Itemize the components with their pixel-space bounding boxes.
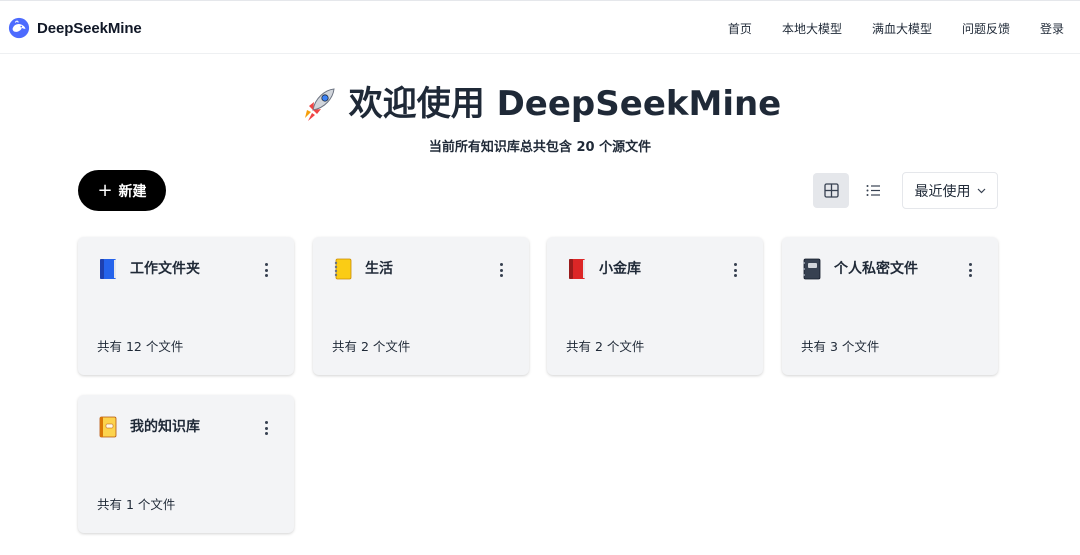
whale-logo-icon (8, 17, 30, 39)
library-card-file-count: 共有 1 个文件 (97, 497, 176, 512)
top-navigation-bar: DeepSeekMine 首页 本地大模型 满血大模型 问题反馈 登录 (0, 0, 1080, 54)
library-card-file-count: 共有 2 个文件 (332, 339, 411, 354)
black-notebook-icon (803, 258, 821, 280)
library-card-private[interactable]: 个人私密文件 共有 3 个文件 (782, 237, 998, 375)
library-card-file-count: 共有 3 个文件 (801, 339, 880, 354)
library-card-title: 小金库 (599, 261, 641, 277)
more-options-icon[interactable] (727, 261, 743, 279)
more-options-icon[interactable] (493, 261, 509, 279)
grid-view-toggle[interactable] (813, 173, 849, 208)
plus-icon: + (97, 179, 113, 201)
library-card-title: 生活 (365, 261, 393, 277)
library-card-file-count: 共有 12 个文件 (97, 339, 184, 354)
nav-link-feedback[interactable]: 问题反馈 (962, 20, 1010, 37)
chevron-down-icon (977, 188, 985, 193)
main-nav: 首页 本地大模型 满血大模型 问题反馈 登录 (698, 1, 1064, 55)
brand-name: DeepSeekMine (37, 19, 142, 37)
list-icon (866, 185, 880, 196)
new-library-button[interactable]: + 新建 (78, 170, 166, 211)
library-card-title: 工作文件夹 (130, 261, 200, 277)
hero-section: 欢迎使用 DeepSeekMine 当前所有知识库总共包含 20 个源文件 (0, 80, 1080, 155)
rocket-icon (304, 88, 335, 121)
library-card-title: 个人私密文件 (834, 261, 918, 277)
nav-link-login[interactable]: 登录 (1040, 20, 1064, 37)
yellow-notebook-icon (334, 258, 352, 280)
library-card-vault[interactable]: 小金库 共有 2 个文件 (547, 237, 763, 375)
more-options-icon[interactable] (258, 261, 274, 279)
ledger-icon (99, 416, 117, 438)
nav-link-home[interactable]: 首页 (728, 20, 752, 37)
list-view-toggle[interactable] (855, 173, 891, 208)
library-card-life[interactable]: 生活 共有 2 个文件 (313, 237, 529, 375)
sort-dropdown-value: 最近使用 (914, 183, 971, 200)
nav-link-full-model[interactable]: 满血大模型 (872, 20, 932, 37)
sort-dropdown[interactable]: 最近使用 (902, 172, 998, 209)
nav-link-local-model[interactable]: 本地大模型 (782, 20, 842, 37)
page-title-text: 欢迎使用 DeepSeekMine (348, 84, 782, 124)
library-card-file-count: 共有 2 个文件 (566, 339, 645, 354)
brand-logo-link[interactable]: DeepSeekMine (8, 15, 142, 41)
blue-book-icon (100, 259, 116, 279)
more-options-icon[interactable] (258, 419, 274, 437)
page-title: 欢迎使用 DeepSeekMine (299, 80, 782, 128)
library-card-work[interactable]: 工作文件夹 共有 12 个文件 (78, 237, 294, 375)
more-options-icon[interactable] (962, 261, 978, 279)
red-book-icon (569, 259, 585, 279)
library-card-title: 我的知识库 (130, 419, 200, 435)
new-library-label: 新建 (118, 183, 147, 200)
total-files-summary: 当前所有知识库总共包含 20 个源文件 (428, 140, 652, 155)
grid-icon (823, 183, 839, 198)
library-card-my-knowledge[interactable]: 我的知识库 共有 1 个文件 (78, 395, 294, 533)
